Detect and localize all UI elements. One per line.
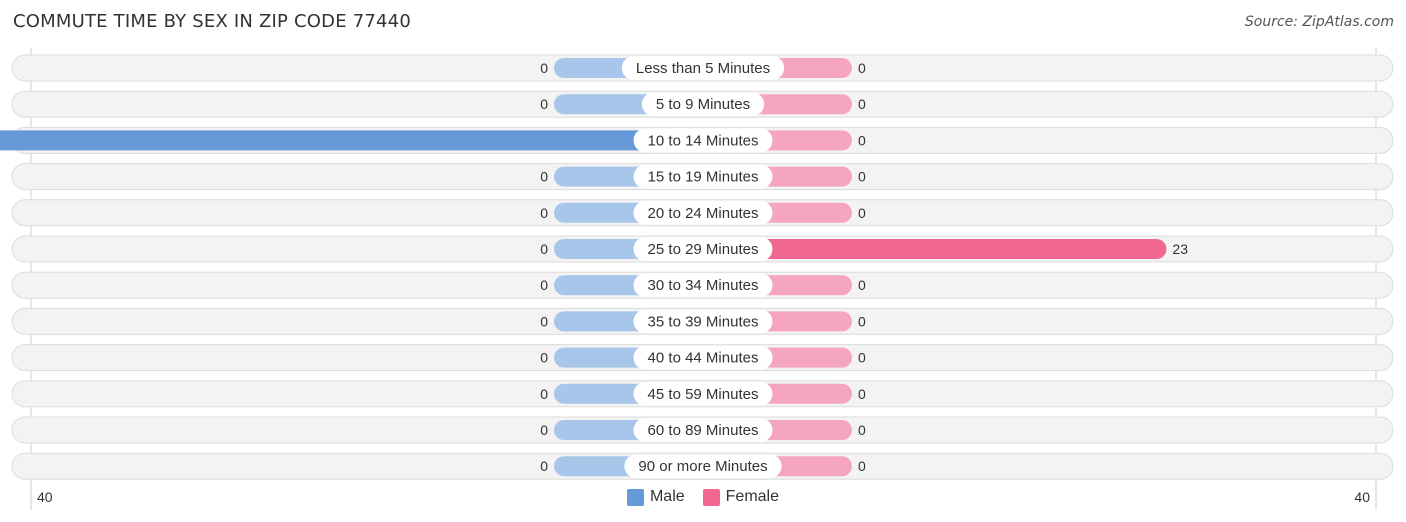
male-value-label: 0 (540, 386, 548, 402)
legend-item-female: Female (702, 488, 780, 506)
male-value-label: 0 (540, 350, 548, 366)
female-value-label: 23 (1172, 241, 1188, 257)
legend-label-male: Male (649, 488, 685, 505)
category-label: 20 to 24 Minutes (648, 205, 759, 222)
category-label: 30 to 34 Minutes (648, 277, 759, 294)
bar-row: 0 0 15 to 19 Minutes (11, 163, 1394, 191)
male-value-label: 0 (540, 313, 548, 329)
category-label: 45 to 59 Minutes (648, 386, 759, 403)
female-value-label: 0 (858, 277, 866, 293)
female-value-label: 0 (858, 60, 866, 76)
bar-row: 0 0 5 to 9 Minutes (11, 90, 1394, 118)
female-value-label: 0 (858, 132, 866, 148)
bar-row: 0 23 25 to 29 Minutes (11, 235, 1394, 263)
male-value-label: 0 (540, 422, 548, 438)
category-label: 25 to 29 Minutes (648, 241, 759, 258)
male-value-label: 0 (540, 96, 548, 112)
male-value-label: 0 (540, 241, 548, 257)
bar-row: 0 0 90 or more Minutes (11, 452, 1394, 480)
category-label: 35 to 39 Minutes (648, 313, 759, 330)
bar-row: 0 0 45 to 59 Minutes (11, 380, 1394, 408)
female-value-label: 0 (858, 350, 866, 366)
male-value-label: 0 (540, 60, 548, 76)
category-label: 40 to 44 Minutes (648, 350, 759, 367)
legend-swatch-female (702, 488, 720, 506)
female-value-label: 0 (858, 386, 866, 402)
bar-row: 0 0 60 to 89 Minutes (11, 416, 1394, 444)
female-value-label: 0 (858, 422, 866, 438)
category-label: 90 or more Minutes (638, 458, 767, 475)
chart-area: 00Less than 5 Minutes005 to 9 Minutes400… (0, 48, 1394, 510)
category-label: 5 to 9 Minutes (656, 96, 750, 113)
legend-swatch-male (626, 488, 644, 506)
female-value-label: 0 (858, 169, 866, 185)
legend-item-male: Male (626, 488, 685, 506)
male-value-label: 0 (540, 277, 548, 293)
bar-row: 0 0 35 to 39 Minutes (11, 307, 1394, 335)
category-label: 15 to 19 Minutes (648, 169, 759, 186)
category-label: Less than 5 Minutes (636, 60, 770, 77)
bar-row: 0 0 20 to 24 Minutes (11, 199, 1394, 227)
bar-row: 0 0 30 to 34 Minutes (11, 271, 1394, 299)
female-value-label: 0 (858, 313, 866, 329)
female-bar (703, 239, 1167, 259)
female-value-label: 0 (858, 205, 866, 221)
male-value-label: 0 (540, 458, 548, 474)
bar-row: 40010 to 14 Minutes (0, 126, 1394, 154)
female-value-label: 0 (858, 96, 866, 112)
female-value-label: 0 (858, 458, 866, 474)
male-value-label: 0 (540, 169, 548, 185)
legend: Male Female (0, 488, 1406, 506)
category-label: 60 to 89 Minutes (648, 422, 759, 439)
category-label: 10 to 14 Minutes (648, 132, 759, 149)
legend-label-female: Female (725, 488, 780, 505)
male-bar (0, 130, 703, 151)
bar-row: 0 0 Less than 5 Minutes (11, 54, 1394, 82)
male-value-label: 0 (540, 205, 548, 221)
bar-row: 0 0 40 to 44 Minutes (11, 344, 1394, 372)
